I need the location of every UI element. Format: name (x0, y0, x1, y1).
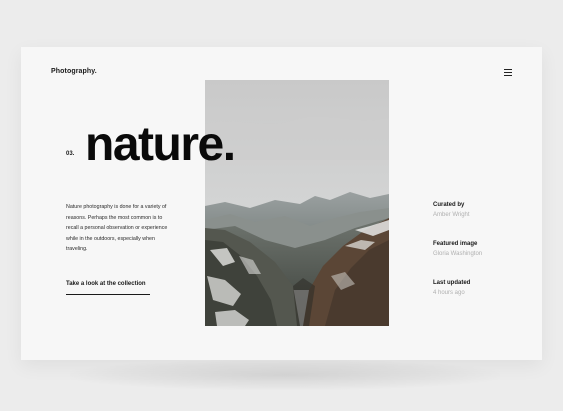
hero-card: Photography. 03. nature. Nature photogra… (21, 47, 542, 360)
meta-curated-by: Curated by Amber Wright (433, 202, 470, 218)
meta-featured-image: Featured image Gloria Washington (433, 241, 482, 257)
meta-label: Curated by (433, 202, 465, 208)
page: Photography. 03. nature. Nature photogra… (0, 0, 563, 411)
meta-last-updated: Last updated 4 hours ago (433, 280, 470, 296)
meta-value: 4 hours ago (433, 290, 465, 296)
page-title: nature. (85, 118, 236, 171)
featured-photo (205, 80, 389, 326)
mountain-landscape-image (205, 80, 389, 326)
link-underline (66, 294, 150, 295)
section-index: 03. (66, 151, 75, 157)
hamburger-menu-icon[interactable] (504, 69, 512, 76)
meta-value: Gloria Washington (433, 251, 483, 257)
card-shadow (70, 360, 500, 390)
view-collection-link[interactable]: Take a look at the collection (66, 281, 146, 287)
meta-label: Featured image (433, 241, 478, 247)
meta-value: Amber Wright (433, 212, 470, 218)
meta-label: Last updated (433, 280, 471, 286)
description-text: Nature photography is done for a variety… (66, 204, 168, 252)
brand-logo[interactable]: Photography. (51, 68, 97, 75)
